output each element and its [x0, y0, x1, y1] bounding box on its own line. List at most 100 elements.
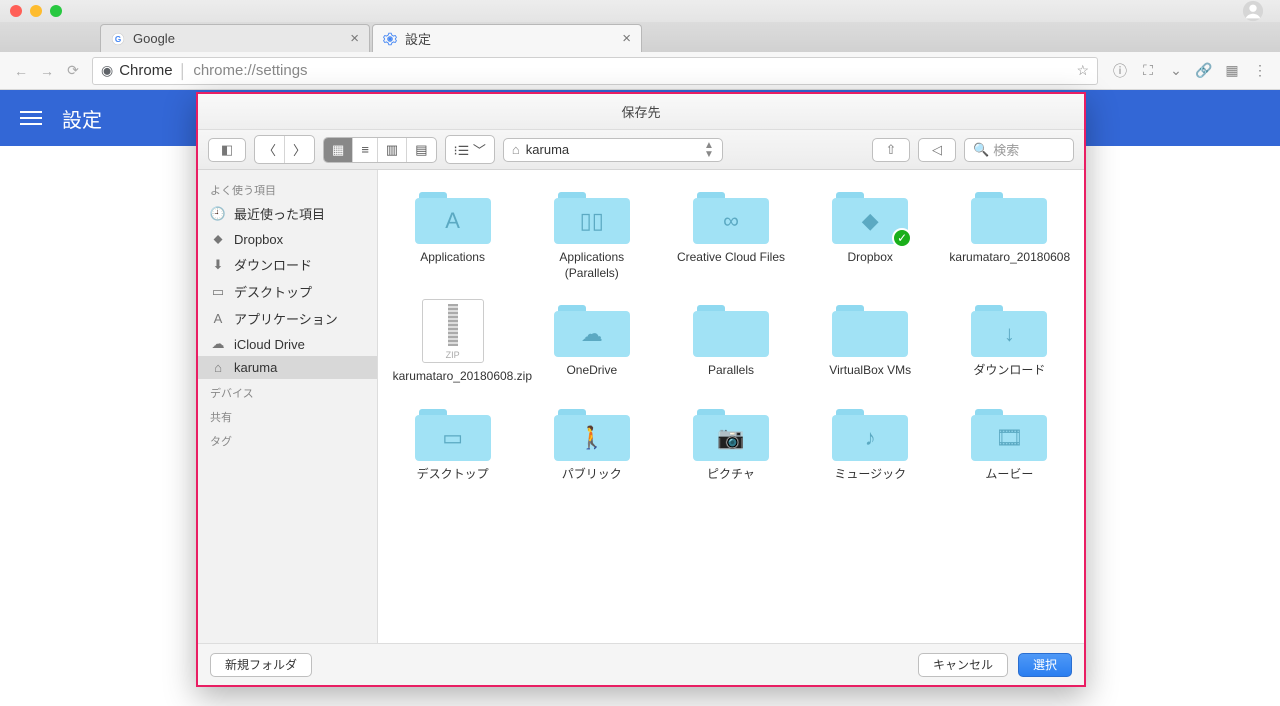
search-placeholder: 検索	[993, 140, 1019, 159]
file-item[interactable]: ☁ OneDrive	[527, 299, 656, 385]
extension-fullscreen-icon[interactable]: ⛶	[1136, 62, 1160, 79]
sidebar-item-karuma[interactable]: ⌂ karuma	[198, 356, 377, 379]
extension-info-icon[interactable]: ⓘ	[1108, 61, 1132, 81]
profile-avatar-icon[interactable]	[1242, 0, 1264, 22]
folder-icon: 🎞	[971, 403, 1047, 461]
file-item[interactable]: ZIP karumataro_20180608.zip	[388, 299, 517, 385]
sidebar-item-ダウンロード[interactable]: ⬇ ダウンロード	[198, 251, 377, 278]
folder-icon: 🚶	[554, 403, 630, 461]
file-item[interactable]: ▭ デスクトップ	[388, 403, 517, 483]
back-nav-button[interactable]: 〈	[255, 136, 285, 163]
nav-segment: 〈 〉	[254, 135, 315, 164]
window-zoom-button[interactable]	[50, 5, 62, 17]
clock-icon: 🕘	[210, 206, 226, 222]
file-item[interactable]: ∞ Creative Cloud Files	[666, 186, 795, 281]
file-item[interactable]: 🎞 ムービー	[945, 403, 1074, 483]
tab-close-icon[interactable]: ×	[622, 31, 631, 46]
sidebar-shared-header: 共有	[198, 403, 377, 427]
group-button[interactable]: ⁝☰ ﹀	[446, 136, 494, 163]
tab-google[interactable]: G Google ×	[100, 24, 370, 52]
forward-nav-button[interactable]: 〉	[285, 136, 314, 163]
page-title: 設定	[62, 104, 102, 133]
column-view-button[interactable]: ▥	[378, 138, 407, 162]
file-label: ダウンロード	[973, 363, 1045, 379]
updown-icon: ▲▼	[704, 141, 714, 159]
cloud-icon: ☁	[210, 336, 226, 352]
folder-icon	[693, 299, 769, 357]
file-item[interactable]: ↓ ダウンロード	[945, 299, 1074, 385]
window-minimize-button[interactable]	[30, 5, 42, 17]
file-item[interactable]: ◆ ✓ Dropbox	[806, 186, 935, 281]
folder-icon: ♪	[832, 403, 908, 461]
window-close-button[interactable]	[10, 5, 22, 17]
new-folder-button[interactable]: 新規フォルダ	[210, 653, 312, 677]
sidebar-toggle-button[interactable]: ◧	[208, 138, 246, 162]
file-item[interactable]: 📷 ピクチャ	[666, 403, 795, 483]
file-item[interactable]: A Applications	[388, 186, 517, 281]
folder-icon: ∞	[693, 186, 769, 244]
browser-tabstrip: G Google × 設定 ×	[0, 22, 1280, 52]
list-view-button[interactable]: ≡	[353, 138, 378, 162]
file-label: ミュージック	[834, 467, 906, 483]
file-item[interactable]: Parallels	[666, 299, 795, 385]
chrome-menu-button[interactable]: ⋮	[1248, 62, 1272, 79]
sidebar-item-dropbox[interactable]: ⬥ Dropbox	[198, 227, 377, 251]
extension-pocket-icon[interactable]: ⌄	[1164, 62, 1188, 79]
file-label: パブリック	[562, 467, 622, 483]
sidebar-item-アプリケーション[interactable]: A アプリケーション	[198, 305, 377, 332]
sidebar-item-デスクトップ[interactable]: ▭ デスクトップ	[198, 278, 377, 305]
address-bar[interactable]: ◉ Chrome │ chrome://settings ☆	[92, 57, 1098, 85]
zip-file-icon: ZIP	[422, 299, 484, 363]
cancel-button[interactable]: キャンセル	[918, 653, 1008, 677]
file-label: karumataro_20180608.zip	[393, 369, 513, 385]
file-label: Creative Cloud Files	[677, 250, 785, 266]
extension-link-icon[interactable]: 🔗	[1192, 62, 1216, 79]
file-item[interactable]: VirtualBox VMs	[806, 299, 935, 385]
folder-icon: ↓	[971, 299, 1047, 357]
back-button[interactable]: ←	[8, 63, 34, 79]
sidebar-item-label: 最近使った項目	[234, 204, 325, 223]
save-dialog: 保存先 ◧ 〈 〉 ▦ ≡ ▥ ▤ ⁝☰ ﹀ ⌂ karuma ▲▼ ⇧ ◁ 🔍…	[196, 92, 1086, 687]
tab-close-icon[interactable]: ×	[350, 31, 359, 46]
path-label: karuma	[526, 142, 569, 157]
sidebar-item-label: アプリケーション	[234, 309, 338, 328]
sidebar-tags-header: タグ	[198, 427, 377, 451]
file-item[interactable]: karumataro_20180608	[945, 186, 1074, 281]
menu-icon[interactable]	[20, 107, 42, 129]
folder-icon: ☁	[554, 299, 630, 357]
extension-grid-icon[interactable]: ▦	[1220, 62, 1244, 79]
file-label: ムービー	[985, 467, 1033, 483]
icon-view-button[interactable]: ▦	[324, 138, 353, 162]
folder-icon: A	[415, 186, 491, 244]
gallery-view-button[interactable]: ▤	[407, 138, 435, 162]
file-item[interactable]: ▯▯ Applications (Parallels)	[527, 186, 656, 281]
search-icon: 🔍	[973, 142, 989, 158]
file-label: Applications (Parallels)	[532, 250, 652, 281]
reload-button[interactable]: ⟳	[60, 62, 86, 79]
folder-icon: ◆ ✓	[832, 186, 908, 244]
file-label: Dropbox	[848, 250, 893, 266]
path-dropdown[interactable]: ⌂ karuma ▲▼	[503, 138, 723, 162]
file-label: Applications	[420, 250, 485, 266]
sidebar-item-最近使った項目[interactable]: 🕘 最近使った項目	[198, 200, 377, 227]
folder-icon	[971, 186, 1047, 244]
file-grid: A Applications ▯▯ Applications (Parallel…	[378, 170, 1084, 643]
sidebar-item-icloud-drive[interactable]: ☁ iCloud Drive	[198, 332, 377, 356]
file-label: karumataro_20180608	[949, 250, 1069, 266]
file-item[interactable]: 🚶 パブリック	[527, 403, 656, 483]
folder-icon	[832, 299, 908, 357]
star-icon[interactable]: ☆	[1076, 62, 1089, 79]
file-item[interactable]: ♪ ミュージック	[806, 403, 935, 483]
file-label: ピクチャ	[707, 467, 755, 483]
omnibox-url: chrome://settings	[193, 62, 307, 79]
search-field[interactable]: 🔍 検索	[964, 138, 1074, 162]
sidebar-item-label: ダウンロード	[234, 255, 312, 274]
share-button[interactable]: ⇧	[872, 138, 910, 162]
folder-icon: 📷	[693, 403, 769, 461]
sidebar-item-label: デスクトップ	[234, 282, 312, 301]
tab-settings[interactable]: 設定 ×	[372, 24, 642, 52]
select-button[interactable]: 選択	[1018, 653, 1072, 677]
omnibox-chip: Chrome	[119, 62, 172, 79]
tags-button[interactable]: ◁	[918, 138, 956, 162]
forward-button[interactable]: →	[34, 63, 60, 79]
